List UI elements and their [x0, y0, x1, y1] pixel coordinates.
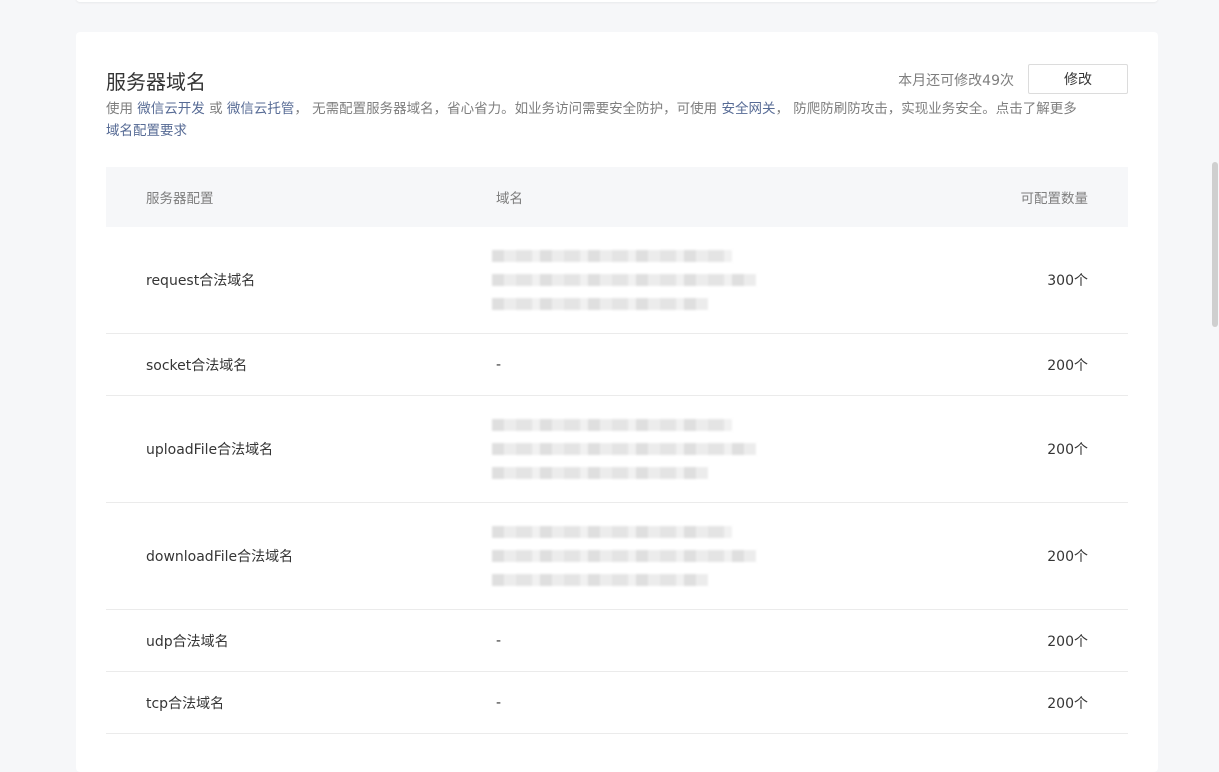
row-domain: - — [496, 632, 502, 649]
section-description: 使用 微信云开发 或 微信云托管， 无需配置服务器域名，省心省力。如业务访问需要… — [106, 101, 1077, 139]
server-domain-card: 服务器域名 本月还可修改49次 修改 使用 微信云开发 或 微信云托管， 无需配… — [76, 32, 1158, 772]
row-count: 200个 — [1047, 695, 1088, 712]
row-name: uploadFile合法域名 — [146, 442, 274, 458]
row-name: tcp合法域名 — [146, 695, 225, 712]
security-gateway-link[interactable]: 安全网关 — [721, 101, 775, 117]
table-row-downloadfile: downloadFile合法域名 200个 — [106, 503, 1128, 610]
row-name: downloadFile合法域名 — [146, 549, 294, 565]
row-name: request合法域名 — [146, 273, 256, 289]
domain-requirements-link[interactable]: 域名配置要求 — [106, 123, 187, 139]
row-domain: - — [496, 694, 502, 711]
modify-quota-text: 本月还可修改49次 — [898, 73, 1014, 89]
table-header: 服务器配置 域名 可配置数量 — [106, 167, 1128, 227]
header-count: 可配置数量 — [1020, 191, 1089, 207]
previous-section-card — [76, 0, 1158, 2]
table-row-udp: udp合法域名 - 200个 — [106, 610, 1128, 672]
edit-button[interactable]: 修改 — [1028, 64, 1128, 94]
row-count: 200个 — [1047, 357, 1088, 374]
table-row-socket: socket合法域名 - 200个 — [106, 334, 1128, 396]
blurred-domain-list — [492, 238, 756, 322]
row-count: 200个 — [1047, 442, 1088, 458]
cloud-dev-link[interactable]: 微信云开发 — [137, 101, 205, 117]
page-scrollbar[interactable] — [1212, 162, 1218, 327]
domain-table: 服务器配置 域名 可配置数量 request合法域名 300个 socket合法… — [106, 167, 1128, 734]
cloud-hosting-link[interactable]: 微信云托管 — [227, 101, 295, 117]
table-row-tcp: tcp合法域名 - 200个 — [106, 672, 1128, 734]
row-name: socket合法域名 — [146, 357, 248, 374]
row-count: 300个 — [1047, 273, 1088, 289]
blurred-domain-list — [492, 514, 756, 598]
blurred-domain-list — [492, 407, 756, 491]
row-name: udp合法域名 — [146, 633, 229, 650]
header-server-config: 服务器配置 — [146, 191, 214, 207]
row-count: 200个 — [1047, 633, 1088, 650]
section-title: 服务器域名 — [106, 70, 206, 94]
table-row-uploadfile: uploadFile合法域名 200个 — [106, 396, 1128, 503]
table-row-request: request合法域名 300个 — [106, 227, 1128, 334]
row-count: 200个 — [1047, 549, 1088, 565]
row-domain: - — [496, 356, 502, 373]
header-domain: 域名 — [496, 191, 523, 207]
